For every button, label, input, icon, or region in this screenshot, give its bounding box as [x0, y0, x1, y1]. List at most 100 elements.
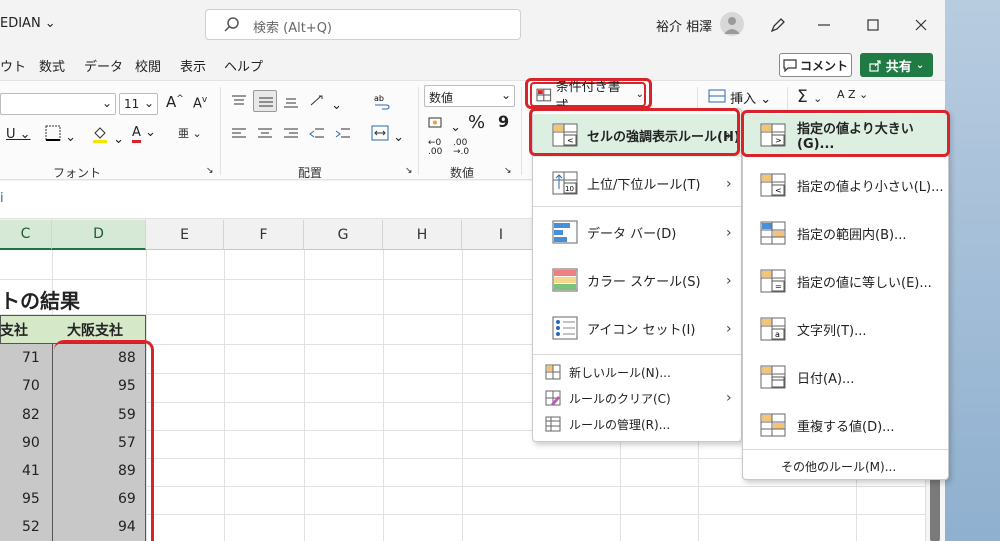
increase-decimal-button[interactable]: ←0.00 — [428, 139, 442, 157]
column-header-i[interactable]: I — [462, 220, 541, 250]
font-grow-button[interactable]: A^ — [166, 93, 184, 111]
tab-layout[interactable]: ウト — [0, 56, 26, 75]
sort-filter-button[interactable]: A Z ⌄ — [837, 88, 868, 101]
header-cell-d[interactable]: 大阪支社 — [67, 320, 123, 340]
align-bottom-icon[interactable] — [283, 95, 299, 109]
font-color-button[interactable]: A ⌄ — [132, 125, 156, 143]
tab-data[interactable]: データ — [84, 56, 123, 75]
menu-item-clear-rules[interactable]: ルールのクリア(C) › — [533, 385, 741, 411]
sort-label: A Z — [837, 88, 856, 101]
menu-item-new-rule[interactable]: 新しいルール(N)... — [533, 359, 741, 385]
decrease-decimal-button[interactable]: .00 →.0 — [453, 139, 469, 157]
dialog-launcher-icon[interactable]: ↘ — [206, 166, 214, 176]
workbook-title[interactable]: EDIAN ⌄ — [0, 16, 56, 31]
align-left-icon[interactable] — [231, 127, 247, 141]
align-center-icon[interactable] — [257, 127, 273, 141]
cell-c-5[interactable]: 41 — [22, 463, 40, 479]
calendar-icon — [760, 365, 786, 389]
font-name-combo[interactable]: ⌄ — [0, 93, 116, 115]
pen-icon[interactable] — [765, 12, 791, 38]
menu-item-more-rules[interactable]: その他のルール(M)... — [743, 454, 948, 478]
duplicate-icon — [760, 413, 786, 437]
divider — [521, 87, 522, 175]
align-top-icon[interactable] — [231, 94, 247, 108]
insert-button[interactable]: 挿入 ⌄ — [708, 88, 771, 107]
currency-button[interactable]: ⌄ — [428, 115, 461, 135]
column-header-e[interactable]: E — [146, 220, 224, 250]
number-format-combo[interactable]: 数値 ⌄ — [424, 85, 515, 107]
phonetic-button[interactable]: 亜 ⌄ — [178, 125, 202, 141]
menu-item-label: ルールのクリア(C) — [569, 391, 671, 406]
comment-button[interactable]: コメント — [779, 53, 852, 77]
chevron-down-icon[interactable]: ⌄ — [916, 60, 924, 71]
dialog-launcher-icon[interactable]: ↘ — [504, 166, 512, 176]
align-right-icon[interactable] — [283, 127, 299, 141]
user-name[interactable]: 裕介 相澤 — [656, 16, 712, 35]
menu-item-less-than[interactable]: < 指定の値より小さい(L)... — [743, 164, 948, 206]
avatar[interactable] — [720, 12, 744, 36]
merge-button[interactable]: ⌄ — [371, 125, 404, 145]
menu-item-label: 指定の値より小さい(L)... — [797, 179, 944, 195]
wrap-text-button[interactable]: ab — [373, 93, 391, 114]
menu-item-label: アイコン セット(I) — [587, 323, 696, 338]
border-button[interactable]: ⌄ — [45, 125, 76, 145]
cell-c-3[interactable]: 82 — [22, 407, 40, 423]
divider — [533, 354, 741, 355]
font-shrink-button[interactable]: Av — [193, 95, 207, 111]
percent-button[interactable]: % — [468, 112, 485, 133]
menu-item-between[interactable]: 指定の範囲内(B)... — [743, 212, 948, 254]
menu-item-text-contains[interactable]: a 文字列(T)... — [743, 308, 948, 350]
conditional-format-menu: < セルの強調表示ルール(H) › 10 上位/下位ルール(T) › データ バ… — [532, 108, 742, 442]
column-header-f[interactable]: F — [224, 220, 304, 250]
cell-c-6[interactable]: 95 — [22, 491, 40, 507]
column-header-h[interactable]: H — [383, 220, 462, 250]
increase-indent-icon[interactable] — [335, 127, 351, 141]
share-button[interactable]: 共有 ⌄ — [860, 53, 933, 77]
menu-item-color-scales[interactable]: カラー スケール(S) › — [533, 259, 741, 302]
menu-item-label: カラー スケール(S) — [587, 275, 701, 290]
maximize-icon[interactable] — [860, 12, 886, 38]
equal-to-icon: = — [760, 269, 786, 293]
cell-c-1[interactable]: 71 — [22, 350, 40, 366]
cell-c-7[interactable]: 52 — [22, 519, 40, 535]
autosum-button[interactable]: Σ ⌄ — [797, 87, 822, 107]
menu-item-duplicate[interactable]: 重複する値(D)... — [743, 404, 948, 446]
minimize-icon[interactable] — [811, 12, 837, 38]
menu-item-date[interactable]: 日付(A)... — [743, 356, 948, 398]
orientation-button[interactable]: ⌄ — [309, 93, 342, 113]
header-cell-c[interactable]: 支社 — [0, 320, 28, 340]
text-contains-icon: a — [760, 317, 786, 341]
divider — [418, 87, 419, 175]
comma-button[interactable]: 9 — [498, 112, 509, 131]
svg-text:ab: ab — [374, 94, 384, 103]
decrease-indent-icon[interactable] — [309, 127, 325, 141]
menu-item-icon-sets[interactable]: アイコン セット(I) › — [533, 307, 741, 350]
tab-formulas[interactable]: 数式 — [39, 56, 65, 75]
menu-item-label: 文字列(T)... — [797, 323, 867, 339]
tab-view[interactable]: 表示 — [180, 56, 206, 75]
underline-button[interactable]: U ⌄ — [6, 127, 31, 142]
fill-color-button[interactable]: ⌄ — [91, 125, 124, 147]
column-header-g[interactable]: G — [304, 220, 383, 250]
menu-item-top-bottom[interactable]: 10 上位/下位ルール(T) › — [533, 162, 741, 205]
tab-help[interactable]: ヘルプ — [224, 56, 263, 75]
cell-c-4[interactable]: 90 — [22, 435, 40, 451]
highlight-rules-submenu: > 指定の値より大きい(G)... < 指定の値より小さい(L)... 指定の範… — [742, 110, 949, 480]
search-icon — [224, 17, 239, 32]
tab-review[interactable]: 校閲 — [135, 56, 161, 75]
search-box[interactable]: 検索 (Alt+Q) — [205, 9, 521, 40]
merge-icon — [371, 125, 389, 141]
cell-c-2[interactable]: 70 — [22, 378, 40, 394]
menu-item-manage-rules[interactable]: ルールの管理(R)... — [533, 411, 741, 437]
comment-label: コメント — [799, 58, 848, 73]
column-header-c[interactable]: C — [0, 220, 52, 250]
menu-item-data-bars[interactable]: データ バー(D) › — [533, 211, 741, 254]
share-icon — [869, 59, 881, 72]
dialog-launcher-icon[interactable]: ↘ — [405, 166, 413, 176]
close-icon[interactable] — [908, 12, 934, 38]
font-size-combo[interactable]: 11 ⌄ — [119, 93, 158, 115]
menu-item-equal-to[interactable]: = 指定の値に等しい(E)... — [743, 260, 948, 302]
align-middle-button[interactable] — [253, 90, 277, 112]
top-bottom-icon: 10 — [552, 171, 578, 195]
column-header-d[interactable]: D — [52, 220, 146, 250]
